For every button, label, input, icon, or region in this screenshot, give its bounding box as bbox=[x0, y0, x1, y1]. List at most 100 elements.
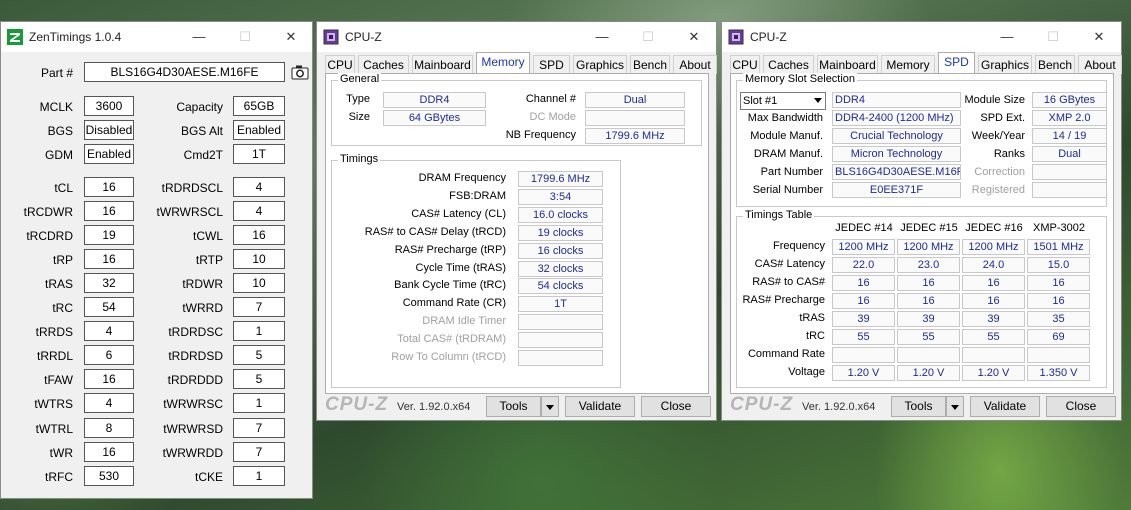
part-label: Part # bbox=[40, 66, 73, 80]
close-button[interactable]: ✕ bbox=[1076, 22, 1122, 52]
validate-button[interactable]: Validate bbox=[565, 396, 635, 417]
type-label: Type bbox=[346, 93, 370, 105]
slot-select[interactable]: Slot #1 bbox=[740, 92, 826, 110]
tab-spd[interactable]: SPD bbox=[938, 52, 975, 74]
zt-timing-label-left: tRCDWR bbox=[23, 205, 73, 220]
tab-mainboard[interactable]: Mainboard bbox=[412, 55, 473, 74]
close-button-bottom[interactable]: Close bbox=[1046, 396, 1116, 417]
timings-cell bbox=[832, 347, 895, 363]
minimize-button[interactable]: — bbox=[579, 22, 625, 52]
module-size-label: Module Size bbox=[964, 94, 1025, 106]
cpuz-tab-strip: CPU Caches Mainboard Memory SPD Graphics Bench… bbox=[325, 52, 717, 74]
channel-label: Channel # bbox=[525, 93, 576, 105]
chevron-down-icon bbox=[951, 405, 959, 410]
tools-button[interactable]: Tools bbox=[486, 396, 541, 417]
zt-timing-value-right: 10 bbox=[233, 273, 285, 294]
zt-timing-label-right: tRDRDSC bbox=[168, 325, 223, 340]
maximize-button: ☐ bbox=[1047, 29, 1059, 44]
tab-mainboard[interactable]: Mainboard bbox=[817, 55, 878, 74]
zt-timing-label-left: tFAW bbox=[44, 373, 73, 388]
tab-bench[interactable]: Bench bbox=[1035, 55, 1075, 74]
tab-memory[interactable]: Memory bbox=[881, 55, 935, 74]
timing-value-field: 16.0 clocks bbox=[518, 206, 603, 223]
module-size-field: 16 GBytes bbox=[1032, 92, 1107, 108]
minimize-button[interactable]: — bbox=[984, 22, 1030, 52]
zt-timing-value-left: 16 bbox=[84, 201, 134, 222]
spd-tab-panel: Memory Slot Selection Slot #1 DDR4 Modul… bbox=[730, 73, 1114, 394]
tools-dropdown-button[interactable] bbox=[541, 396, 559, 417]
cpuz-memory-titlebar[interactable]: CPU-Z — ☐ ✕ bbox=[317, 22, 716, 52]
timings-cell: 16 bbox=[962, 293, 1025, 309]
zt-value-left: Enabled bbox=[84, 144, 134, 164]
size-label: Size bbox=[348, 111, 370, 123]
tab-about[interactable]: About bbox=[673, 55, 717, 74]
timings-cell bbox=[962, 347, 1025, 363]
week-year-field: 14 / 19 bbox=[1032, 128, 1107, 144]
tab-caches[interactable]: Caches bbox=[358, 55, 409, 74]
timings-cell: 55 bbox=[832, 329, 895, 345]
zt-value-left: 3600 bbox=[84, 96, 134, 116]
tools-dropdown-button[interactable] bbox=[946, 396, 964, 417]
timing-label: Total CAS# (tRDRAM) bbox=[397, 333, 506, 346]
timings-legend: Timings bbox=[338, 153, 381, 165]
minimize-button[interactable]: — bbox=[176, 22, 222, 52]
zt-timing-label-left: tRC bbox=[52, 301, 73, 316]
memory-tab-panel: General Type DDR4 Size 64 GBytes Channel… bbox=[325, 73, 709, 394]
zt-timing-label-right: tRDRDDD bbox=[167, 373, 223, 388]
zt-label-left: GDM bbox=[45, 148, 73, 162]
timings-cell: 16 bbox=[832, 275, 895, 291]
validate-button[interactable]: Validate bbox=[970, 396, 1040, 417]
zt-timing-value-right: 7 bbox=[233, 441, 285, 462]
tab-cpu[interactable]: CPU bbox=[730, 55, 760, 74]
zt-value-right: 65GB bbox=[233, 96, 285, 116]
screenshot-camera-icon[interactable] bbox=[291, 64, 309, 80]
zentimings-titlebar[interactable]: ZenTimings 1.0.4 — ☐ ✕ bbox=[1, 22, 312, 52]
timings-cell: 23.0 bbox=[897, 257, 960, 273]
tab-bench[interactable]: Bench bbox=[630, 55, 670, 74]
week-year-label: Week/Year bbox=[971, 130, 1025, 142]
zt-timing-value-left: 8 bbox=[84, 417, 134, 438]
timings-column-header: JEDEC #15 bbox=[900, 222, 958, 234]
dram-manuf-field: Micron Technology bbox=[832, 146, 961, 162]
zt-timing-value-right: 7 bbox=[233, 417, 285, 438]
timing-label: Command Rate (CR) bbox=[402, 297, 506, 310]
timings-table-legend: Timings Table bbox=[743, 209, 815, 221]
window-title: ZenTimings 1.0.4 bbox=[29, 30, 122, 44]
chevron-down-icon bbox=[546, 405, 554, 410]
chevron-down-icon bbox=[814, 98, 822, 103]
max-bandwidth-label: Max Bandwidth bbox=[747, 112, 823, 124]
zt-timing-label-left: tWR bbox=[49, 445, 73, 460]
cpuz-spd-titlebar[interactable]: CPU-Z — ☐ ✕ bbox=[722, 22, 1121, 52]
tab-spd[interactable]: SPD bbox=[533, 55, 570, 74]
tab-memory[interactable]: Memory bbox=[476, 52, 530, 74]
zt-timing-value-left: 4 bbox=[84, 393, 134, 414]
zt-timing-label-right: tRDRDSD bbox=[168, 349, 223, 364]
tab-cpu[interactable]: CPU bbox=[325, 55, 355, 74]
close-button[interactable]: ✕ bbox=[671, 22, 717, 52]
timings-cell: 55 bbox=[962, 329, 1025, 345]
tools-button[interactable]: Tools bbox=[891, 396, 946, 417]
timing-label: Cycle Time (tRAS) bbox=[415, 261, 506, 274]
zt-value-right: 1T bbox=[233, 144, 285, 164]
maximize-button: ☐ bbox=[642, 29, 654, 44]
timings-cell: 16 bbox=[1027, 293, 1090, 309]
tab-about[interactable]: About bbox=[1078, 55, 1122, 74]
zt-timing-value-left: 530 bbox=[84, 465, 134, 486]
close-button[interactable]: ✕ bbox=[268, 22, 314, 52]
timings-cell: 1.20 V bbox=[962, 365, 1025, 381]
timings-row-label: Voltage bbox=[788, 366, 825, 378]
timing-label: CAS# Latency (CL) bbox=[411, 207, 506, 220]
module-manuf-field: Crucial Technology bbox=[832, 128, 961, 144]
timing-value-field: 1T bbox=[518, 296, 603, 313]
zt-timing-value-left: 16 bbox=[84, 369, 134, 390]
zt-timing-label-left: tCL bbox=[54, 181, 73, 195]
close-button-bottom[interactable]: Close bbox=[641, 396, 711, 417]
zt-timing-label-right: tWRWRSC bbox=[163, 397, 223, 412]
tab-caches[interactable]: Caches bbox=[763, 55, 814, 74]
dc-mode-label: DC Mode bbox=[529, 111, 576, 123]
tab-graphics[interactable]: Graphics bbox=[978, 55, 1032, 74]
timings-cell: 1200 MHz bbox=[832, 239, 895, 255]
timing-label: DRAM Frequency bbox=[418, 172, 506, 184]
zt-timing-value-right: 7 bbox=[233, 297, 285, 318]
tab-graphics[interactable]: Graphics bbox=[573, 55, 627, 74]
